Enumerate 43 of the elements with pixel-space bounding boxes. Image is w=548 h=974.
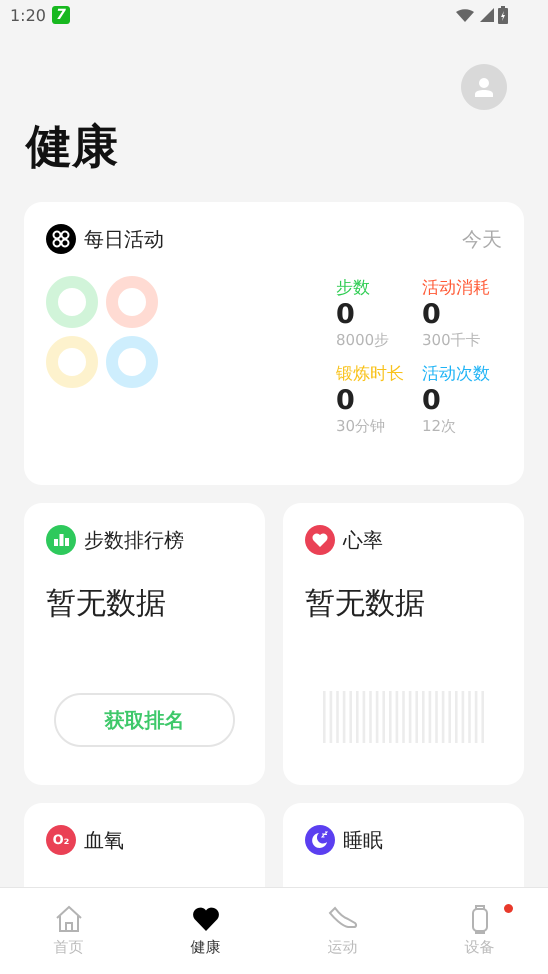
activity-ring <box>46 276 98 328</box>
no-data-text: 暂无数据 <box>46 585 167 623</box>
stat-value: 0 <box>422 385 442 417</box>
card-title: 每日活动 <box>84 226 164 252</box>
heart-card[interactable]: 心率 暂无数据 <box>283 503 524 785</box>
notification-icon: 7 <box>52 6 70 24</box>
ranking-card[interactable]: 步数排行榜 暂无数据 获取排名 <box>24 503 265 785</box>
activity-icon <box>46 224 76 254</box>
oxygen-card[interactable]: O₂ 血氧 <box>24 803 265 887</box>
wifi-icon <box>456 7 474 23</box>
card-title: 心率 <box>343 526 383 554</box>
stat-label: 活动消耗 <box>422 277 491 299</box>
nav-tab[interactable]: 健康 <box>137 888 274 974</box>
avatar[interactable] <box>461 64 507 110</box>
card-title: 步数排行榜 <box>84 526 184 554</box>
activity-ring <box>46 336 98 388</box>
home-icon <box>54 904 84 934</box>
battery-icon <box>498 6 508 24</box>
stat-target: 300千卡 <box>422 331 482 350</box>
activity-ring <box>106 336 158 388</box>
stat-value: 0 <box>336 299 356 331</box>
user-icon <box>473 76 495 98</box>
card-title: 睡眠 <box>343 826 383 854</box>
card-title: 血氧 <box>84 826 124 854</box>
stat-label: 活动次数 <box>422 363 491 385</box>
period-label: 今天 <box>462 226 502 252</box>
stat-value: 0 <box>422 299 442 331</box>
stat-label: 锻炼时长 <box>336 363 405 385</box>
stat-target: 8000步 <box>336 331 390 350</box>
activity-ring <box>106 276 158 328</box>
signal-icon <box>478 7 494 23</box>
moon-icon <box>305 825 335 855</box>
oxygen-icon: O₂ <box>46 825 76 855</box>
sleep-card[interactable]: 睡眠 <box>283 803 524 887</box>
stat-value: 0 <box>336 385 356 417</box>
stat-target: 30分钟 <box>336 417 386 436</box>
status-time: 1:20 <box>10 6 46 24</box>
no-data-text: 暂无数据 <box>305 585 426 623</box>
page-title: 健康 <box>26 118 119 175</box>
bar-chart-icon <box>46 525 76 555</box>
stat-label: 步数 <box>336 277 371 299</box>
stat-target: 12次 <box>422 417 458 436</box>
daily-activity-card[interactable]: 每日活动 今天 步数 0 8000步 活动消耗 0 300千卡 锻炼时长 0 30分钟 活动次数 0 12次 <box>24 202 524 485</box>
